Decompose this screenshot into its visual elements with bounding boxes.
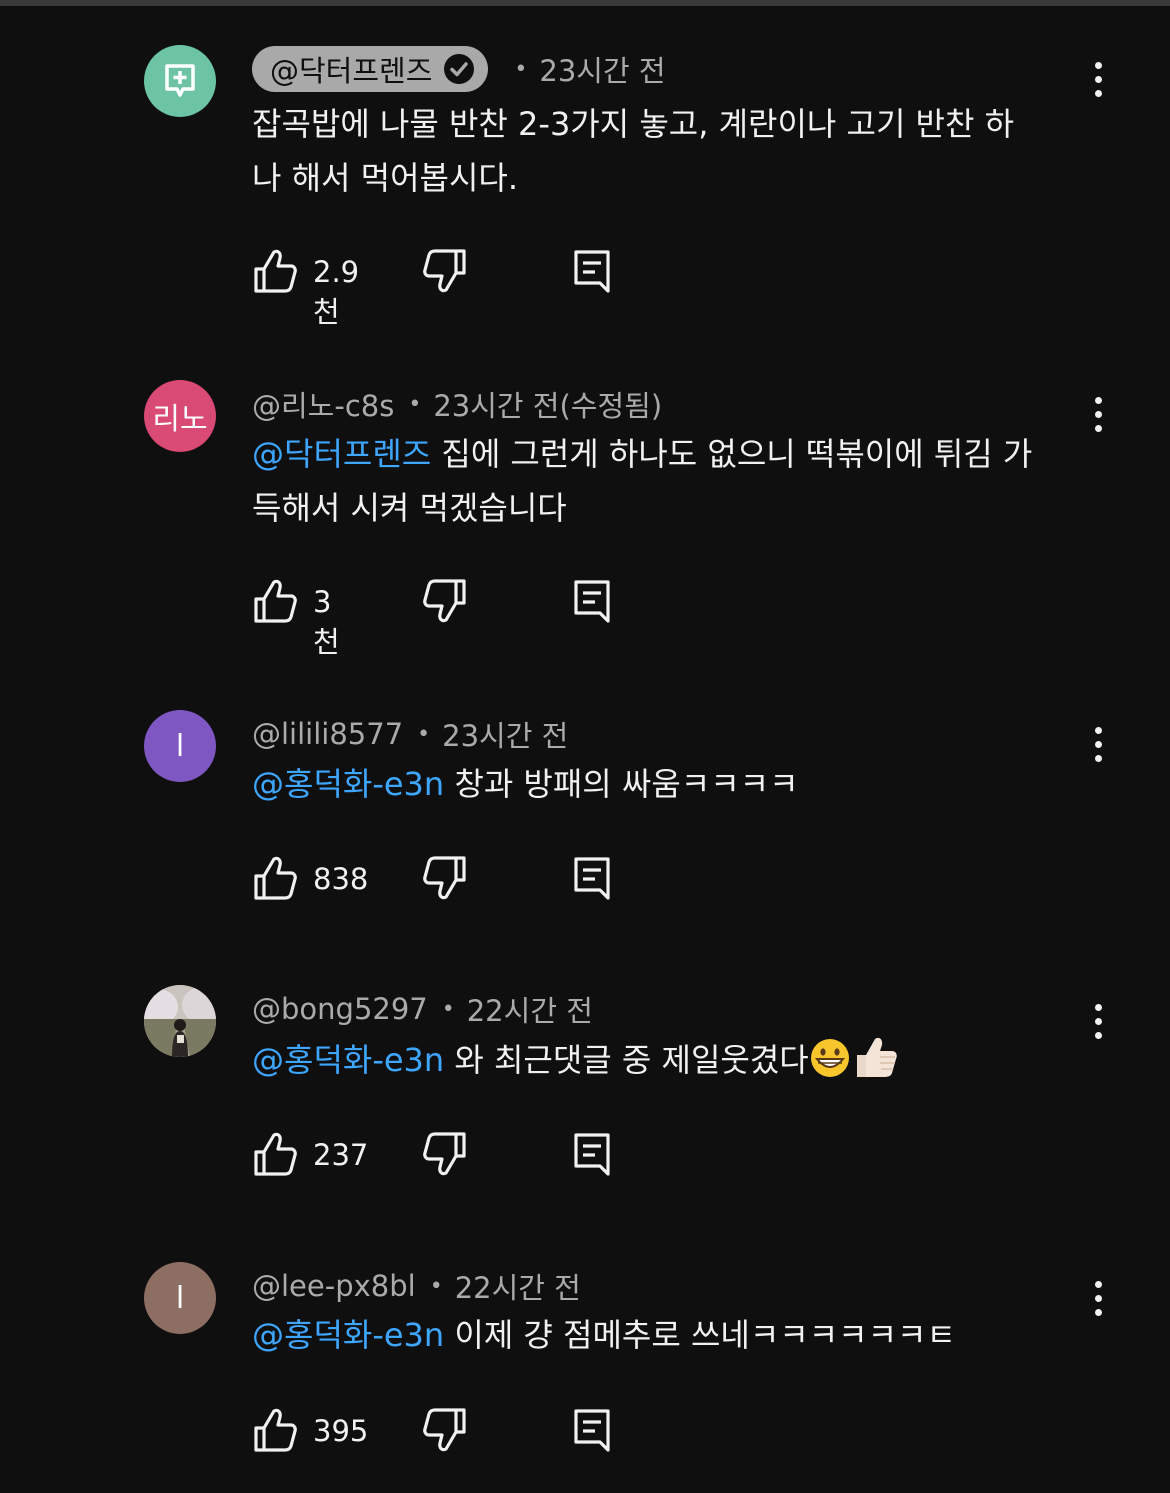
- comment-text: 집에 그런게 하나도 없으니 떡볶이에 튀김 가: [431, 435, 1033, 473]
- comment-time: 23시간 전: [442, 719, 569, 753]
- comment-body: 잡곡밥에 나물 반찬 2-3가지 놓고, 계란이나 고기 반찬 하 나 해서 먹…: [252, 97, 1082, 205]
- like-icon[interactable]: [252, 1130, 298, 1178]
- comment-text-line: @홍덕화-e3n 창과 방패의 싸움ㅋㅋㅋㅋ: [252, 757, 1082, 811]
- reply-icon[interactable]: [572, 1130, 612, 1178]
- comment-body: @홍덕화-e3n 와 최근댓글 중 제일웃겼다: [252, 1033, 1082, 1087]
- comment-text-line: @홍덕화-e3n 와 최근댓글 중 제일웃겼다: [252, 1033, 1082, 1087]
- avatar[interactable]: 리노: [144, 380, 216, 452]
- author-name: @닥터프렌즈: [270, 54, 433, 88]
- separator-dot: •: [514, 56, 528, 82]
- author-badge[interactable]: @닥터프렌즈: [252, 46, 489, 92]
- comment-text-line: 득해서 시켜 먹겠습니다: [252, 489, 567, 527]
- avatar-label: l: [175, 728, 185, 764]
- thumbs-up-emoji-icon: [856, 1037, 897, 1077]
- grinning-face-emoji-icon: [810, 1039, 849, 1077]
- comment-time: 23시간 전(수정됨): [433, 389, 663, 423]
- reply-icon[interactable]: [572, 1406, 612, 1454]
- comment-text-line: @닥터프렌즈 집에 그런게 하나도 없으니 떡볶이에 튀김 가: [252, 427, 1082, 481]
- like-count: 2.9천: [313, 255, 360, 329]
- author-name[interactable]: @리노-c8s: [252, 383, 394, 425]
- avatar[interactable]: l: [144, 1262, 216, 1334]
- separator-dot: •: [417, 721, 431, 747]
- mention-link[interactable]: @닥터프렌즈: [252, 435, 431, 473]
- like-count: 395: [313, 1414, 369, 1448]
- mention-link[interactable]: @홍덕화-e3n: [252, 1316, 444, 1354]
- separator-dot: •: [408, 391, 422, 417]
- add-note-icon: [165, 64, 195, 97]
- reply-icon[interactable]: [572, 854, 612, 902]
- author-name[interactable]: @bong5297: [252, 992, 428, 1026]
- comment-meta: @리노-c8s • 23시간 전(수정됨): [252, 380, 662, 428]
- like-icon[interactable]: [252, 1406, 298, 1454]
- comment-text-line: 나 해서 먹어봅시다.: [252, 159, 519, 197]
- like-count: 3천: [313, 585, 340, 659]
- comment-body: @닥터프렌즈 집에 그런게 하나도 없으니 떡볶이에 튀김 가 득해서 시켜 먹…: [252, 427, 1082, 535]
- comment-text-line: 잡곡밥에 나물 반찬 2-3가지 놓고, 계란이나 고기 반찬 하: [252, 105, 1015, 143]
- comment-text: 와 최근댓글 중 제일웃겼다: [444, 1041, 809, 1079]
- more-options-icon[interactable]: [1082, 720, 1114, 768]
- comment-text: 창과 방패의 싸움ㅋㅋㅋㅋ: [444, 765, 799, 803]
- more-options-icon[interactable]: [1082, 55, 1114, 103]
- like-icon[interactable]: [252, 247, 298, 295]
- avatar[interactable]: [144, 985, 216, 1057]
- top-divider: [0, 0, 1170, 6]
- comment-body: @홍덕화-e3n 이제 걍 점메추로 쓰네ㅋㅋㅋㅋㅋㅋㅌ: [252, 1308, 1082, 1362]
- more-options-icon[interactable]: [1082, 1274, 1114, 1322]
- dislike-icon[interactable]: [422, 1130, 468, 1178]
- comment-time: 23시간 전: [539, 54, 666, 88]
- comment-text: 이제 걍 점메추로 쓰네ㅋㅋㅋㅋㅋㅋㅌ: [444, 1316, 956, 1354]
- comment-meta: @lee-px8bl • 22시간 전: [252, 1262, 581, 1310]
- comment-body: @홍덕화-e3n 창과 방패의 싸움ㅋㅋㅋㅋ: [252, 757, 1082, 811]
- like-icon[interactable]: [252, 854, 298, 902]
- author-name[interactable]: @lilili8577: [252, 717, 403, 751]
- blossom-path-photo: [144, 985, 216, 1057]
- comment-meta: @lilili8577 • 23시간 전: [252, 710, 568, 758]
- reply-icon[interactable]: [572, 247, 612, 295]
- more-options-icon[interactable]: [1082, 997, 1114, 1045]
- author-name[interactable]: @lee-px8bl: [252, 1269, 416, 1303]
- like-count: 838: [313, 862, 369, 896]
- more-options-icon[interactable]: [1082, 390, 1114, 438]
- avatar-label: 리노: [152, 402, 208, 437]
- dislike-icon[interactable]: [422, 854, 468, 902]
- mention-link[interactable]: @홍덕화-e3n: [252, 765, 444, 803]
- separator-dot: •: [441, 996, 455, 1022]
- comment-time: 22시간 전: [466, 994, 593, 1028]
- like-count: 237: [313, 1138, 369, 1172]
- mention-link[interactable]: @홍덕화-e3n: [252, 1041, 444, 1079]
- comment-meta: @닥터프렌즈 • 23시간 전: [252, 45, 666, 93]
- reply-icon[interactable]: [572, 577, 612, 625]
- dislike-icon[interactable]: [422, 247, 468, 295]
- dislike-icon[interactable]: [422, 577, 468, 625]
- like-icon[interactable]: [252, 577, 298, 625]
- separator-dot: •: [429, 1273, 443, 1299]
- verified-icon: [444, 54, 475, 84]
- avatar-label: l: [175, 1280, 185, 1316]
- dislike-icon[interactable]: [422, 1406, 468, 1454]
- avatar[interactable]: l: [144, 710, 216, 782]
- comment-text-line: @홍덕화-e3n 이제 걍 점메추로 쓰네ㅋㅋㅋㅋㅋㅋㅌ: [252, 1308, 1082, 1362]
- comment-meta: @bong5297 • 22시간 전: [252, 985, 593, 1033]
- avatar[interactable]: [144, 45, 216, 117]
- comment-time: 22시간 전: [454, 1271, 581, 1305]
